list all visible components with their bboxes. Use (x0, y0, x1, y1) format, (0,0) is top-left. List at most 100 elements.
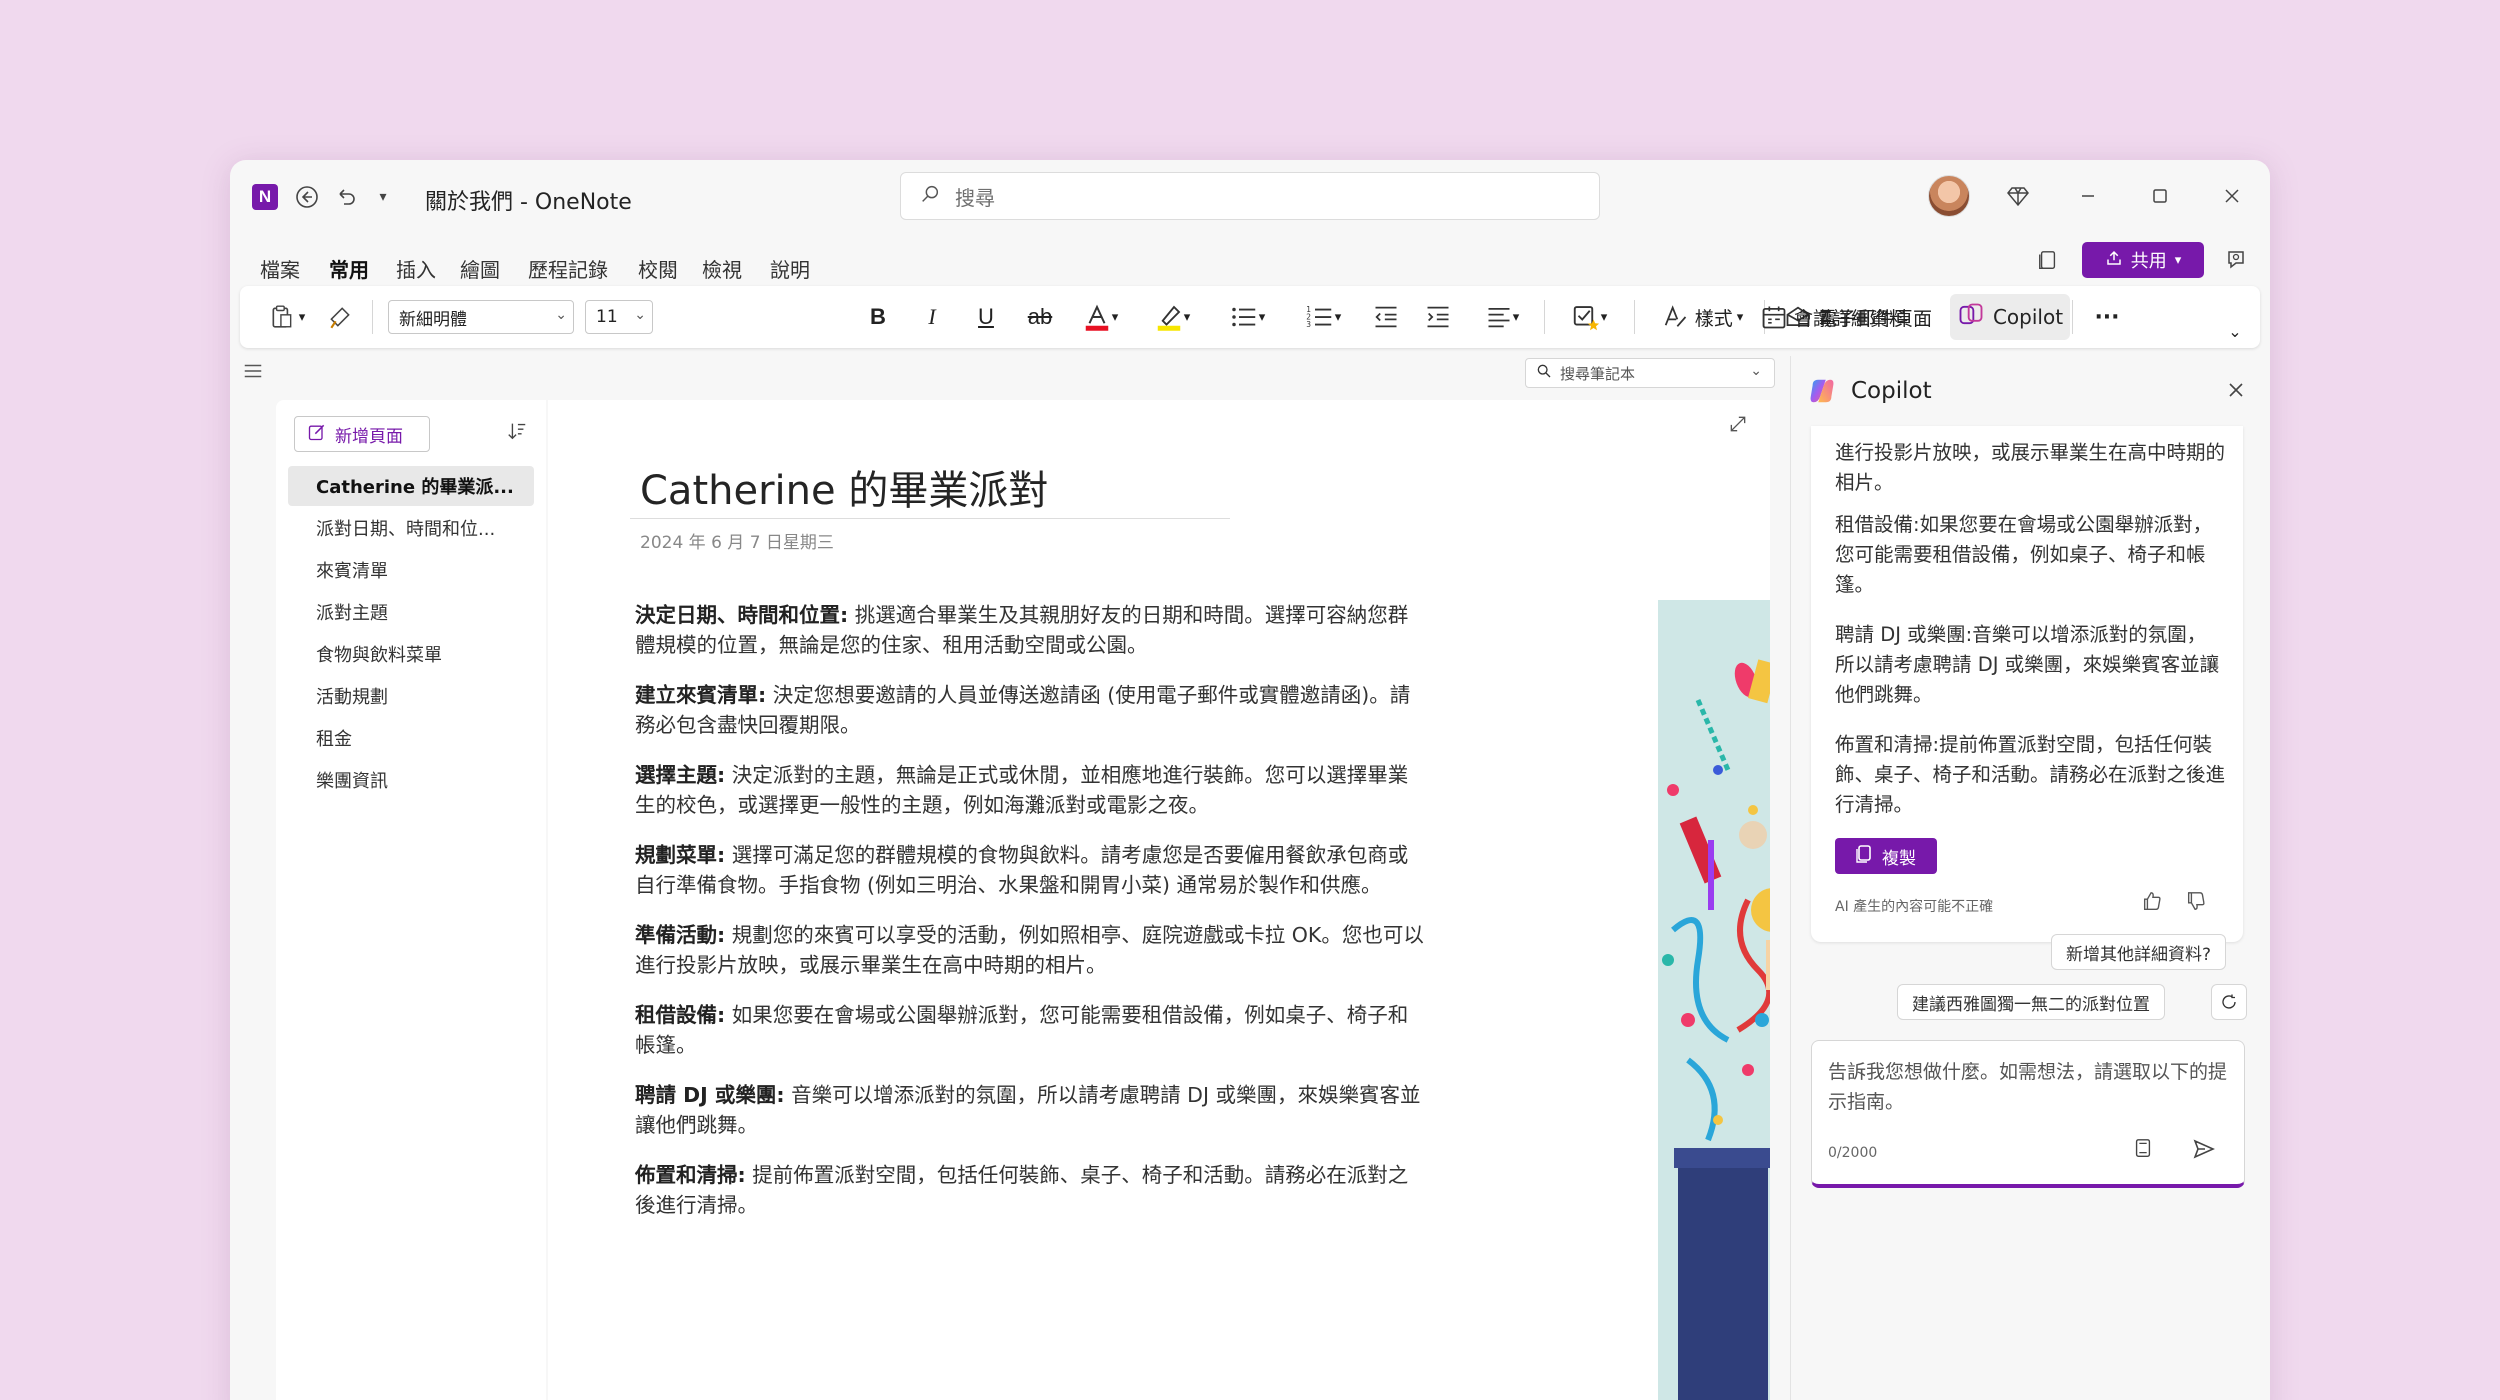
font-name-select[interactable]: 新細明體 ⌄ (388, 300, 574, 334)
prompt-guide-icon[interactable] (2132, 1137, 2154, 1165)
copilot-pane: Copilot … 進行投影片放映，或展示畢業生在高中時期的相片。 租借設備:如… (1790, 356, 2270, 1400)
share-button[interactable]: 共用 ▾ (2082, 242, 2204, 278)
copilot-ribbon-button[interactable]: Copilot (1950, 294, 2070, 340)
avatar[interactable] (1928, 175, 1970, 217)
tab-review[interactable]: 校閱 (638, 254, 678, 283)
notebook-search-input[interactable]: 搜尋筆記本 ⌄ (1525, 358, 1775, 388)
align-button[interactable]: ▾ (1470, 296, 1534, 338)
divider (2072, 300, 2073, 334)
search-input[interactable]: 搜尋 (900, 172, 1600, 220)
chevron-down-icon: ▾ (1512, 309, 1520, 325)
tab-insert[interactable]: 插入 (396, 254, 436, 283)
thumbs-up-icon[interactable] (2141, 890, 2163, 917)
paragraph-heading: 租借設備: (635, 1003, 726, 1027)
tag-button[interactable]: ▾ (1556, 296, 1622, 338)
search-placeholder: 搜尋 (955, 185, 995, 210)
send-icon[interactable] (2192, 1137, 2216, 1167)
pages-panel: 新增頁面 Catherine 的畢業派... 派對日期、時間和位... 來賓清單… (276, 400, 546, 1400)
chevron-down-icon: ▾ (2174, 252, 2182, 268)
highlight-button[interactable]: ▾ (1140, 296, 1204, 338)
paragraph-text: 選擇可滿足您的群體規模的食物與飲料。請考慮您是否要僱用餐飲承包商或自行準備食物。… (635, 843, 1409, 897)
page-body[interactable]: 決定日期、時間和位置: 挑選適合畢業生及其親朋好友的日期和時間。選擇可容納您群體… (635, 600, 1425, 1240)
title-bar: N ▾ 關於我們 - OneNote 搜尋 (230, 160, 2270, 234)
suggestion-chip[interactable]: 新增其他詳細資料? (2051, 934, 2227, 970)
new-page-button[interactable]: 新增頁面 (294, 416, 430, 452)
font-size-select[interactable]: 11 ⌄ (585, 300, 653, 334)
page-item[interactable]: Catherine 的畢業派... (288, 466, 534, 506)
font-color-button[interactable]: ▾ (1070, 296, 1130, 338)
page-item[interactable]: 租金 (288, 718, 534, 758)
quick-access-dropdown-icon[interactable]: ▾ (368, 182, 398, 212)
menu-tabs: 檔案 常用 插入 繪圖 歷程記錄 校閱 檢視 說明 (230, 240, 2270, 291)
chevron-down-icon: ▾ (1334, 309, 1342, 325)
paragraph-heading: 佈置和清掃: (635, 1163, 746, 1187)
feedback-icon[interactable] (2216, 240, 2256, 280)
copilot-logo-icon (1810, 379, 1834, 403)
styles-button[interactable]: 樣式 ▾ (1650, 296, 1754, 338)
page-date: 2024 年 6 月 7 日星期三 (640, 533, 834, 553)
sort-icon[interactable] (506, 420, 528, 448)
maximize-icon[interactable] (2140, 176, 2180, 216)
numbered-list-button[interactable]: 123 ▾ (1290, 296, 1356, 338)
notebook-search-placeholder: 搜尋筆記本 (1560, 364, 1636, 383)
copilot-icon (1957, 301, 1985, 334)
tab-help[interactable]: 說明 (770, 254, 810, 283)
minimize-icon[interactable] (2068, 176, 2108, 216)
body-paragraph: 聘請 DJ 或樂團: 音樂可以增添派對的氛圍，所以請考慮聘請 DJ 或樂團，來娛… (635, 1080, 1425, 1140)
more-options-icon[interactable]: ··· (2086, 296, 2128, 338)
paragraph-text: 規劃您的來賓可以享受的活動，例如照相亭、庭院遊戲或卡拉 OK。您也可以進行投影片… (635, 923, 1424, 977)
page-item[interactable]: 來賓清單 (288, 550, 534, 590)
copilot-prompt-box: 0/2000 (1811, 1040, 2245, 1188)
page-item[interactable]: 派對主題 (288, 592, 534, 632)
chevron-down-icon: ⌄ (634, 307, 646, 323)
refresh-icon[interactable] (2211, 984, 2247, 1020)
paste-button[interactable]: ▾ (258, 296, 316, 338)
italic-button[interactable]: I (912, 296, 952, 338)
underline-button[interactable]: U (966, 296, 1006, 338)
body-paragraph: 佈置和清掃: 提前佈置派對空間，包括任何裝飾、桌子、椅子和活動。請務必在派對之後… (635, 1160, 1425, 1220)
close-icon[interactable] (2212, 176, 2252, 216)
window-title: 關於我們 - OneNote (425, 190, 632, 215)
font-size-value: 11 (596, 307, 618, 327)
close-icon[interactable] (2226, 378, 2246, 406)
chevron-down-icon: ⌄ (1750, 363, 1762, 379)
suggestion-chip[interactable]: 建議西雅圖獨一無二的派對位置 (1897, 984, 2165, 1020)
format-painter-icon[interactable] (320, 296, 360, 338)
increase-indent-icon[interactable] (1418, 296, 1458, 338)
body-paragraph: 準備活動: 規劃您的來賓可以享受的活動，例如照相亭、庭院遊戲或卡拉 OK。您也可… (635, 920, 1425, 980)
tab-history[interactable]: 歷程記錄 (528, 254, 608, 283)
tab-draw[interactable]: 繪圖 (460, 254, 500, 283)
paragraph-heading: 規劃菜單: (635, 843, 726, 867)
paragraph-heading: 建立來賓清單: (635, 683, 767, 707)
copilot-header: Copilot (1807, 376, 1932, 406)
party-image[interactable] (1658, 600, 1770, 1400)
body-paragraph: 建立來賓清單: 決定您想要邀請的人員並傳送邀請函 (使用電子郵件或實體邀請函)。… (635, 680, 1425, 740)
share-icon (2105, 249, 2123, 272)
thumbs-down-icon[interactable] (2185, 890, 2207, 917)
page-title[interactable]: Catherine 的畢業派對 (640, 458, 1048, 516)
new-page-label: 新增頁面 (335, 426, 403, 447)
page-canvas[interactable]: Catherine 的畢業派對 2024 年 6 月 7 日星期三 決定日期、時… (548, 400, 1770, 1400)
expand-icon[interactable] (1728, 414, 1748, 440)
immersive-reader-icon[interactable] (2028, 240, 2068, 280)
bold-button[interactable]: B (858, 296, 898, 338)
meeting-details-button[interactable]: 會議詳細資料 (1752, 296, 1916, 338)
page-item[interactable]: 食物與飲料菜單 (288, 634, 534, 674)
page-item[interactable]: 派對日期、時間和位... (288, 508, 534, 548)
tab-file[interactable]: 檔案 (260, 254, 300, 283)
page-item[interactable]: 樂團資訊 (288, 760, 534, 800)
back-icon[interactable] (292, 182, 322, 212)
tab-home[interactable]: 常用 (329, 254, 369, 291)
copy-button[interactable]: 複製 (1835, 838, 1937, 874)
undo-icon[interactable] (332, 182, 362, 212)
navigation-menu-icon[interactable] (242, 360, 264, 388)
copilot-ribbon-label: Copilot (1992, 305, 2064, 329)
copilot-prompt-input[interactable] (1828, 1057, 2228, 1127)
strikethrough-button[interactable]: ab (1020, 296, 1060, 338)
premium-diamond-icon[interactable] (1998, 176, 2038, 216)
page-item[interactable]: 活動規劃 (288, 676, 534, 716)
ribbon-collapse-icon[interactable]: ⌄ (2220, 310, 2250, 352)
bullet-list-button[interactable]: ▾ (1214, 296, 1280, 338)
decrease-indent-icon[interactable] (1366, 296, 1406, 338)
tab-view[interactable]: 檢視 (702, 254, 742, 283)
